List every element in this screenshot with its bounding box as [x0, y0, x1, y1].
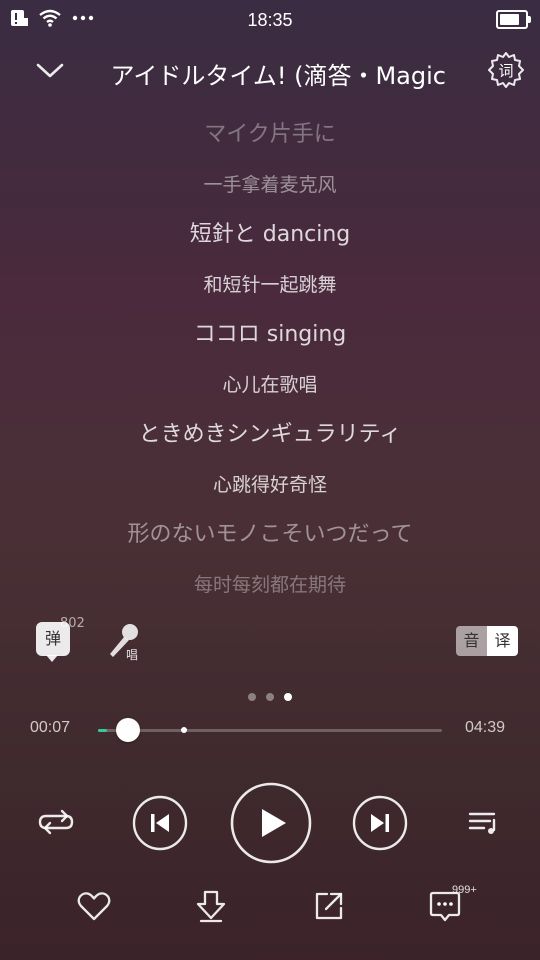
skip-previous-icon: [132, 795, 188, 851]
toggle-yin[interactable]: 音: [456, 626, 487, 656]
lyric-line-original[interactable]: ココロ singing: [0, 312, 540, 362]
playlist-icon: [468, 812, 496, 834]
lyric-line-translation[interactable]: 每时每刻都在期待: [0, 562, 540, 612]
next-button[interactable]: [352, 795, 408, 851]
danmu-count: 802: [60, 616, 85, 631]
repeat-icon: [38, 809, 74, 835]
collapse-button[interactable]: [30, 50, 70, 90]
lyric-line-translation[interactable]: 心跳得好奇怪: [0, 462, 540, 512]
sing-label: 唱: [126, 648, 139, 662]
clock: 18:35: [247, 10, 293, 30]
page-dot: [248, 693, 256, 701]
comment-count: 999+: [452, 884, 477, 896]
progress-played: [98, 729, 107, 732]
current-time: 00:07: [30, 719, 71, 736]
repeat-button[interactable]: [36, 806, 76, 838]
skip-next-icon: [352, 795, 408, 851]
chevron-down-icon: [36, 63, 64, 78]
lyric-line-original[interactable]: 形のないモノこそいつだって: [0, 512, 540, 562]
progress-bar[interactable]: [98, 718, 442, 742]
title-marquee: アイドルタイム! (滴答・Magic: [90, 50, 446, 90]
lyrics-mode-toggle[interactable]: 音 译: [456, 626, 518, 656]
previous-button[interactable]: [132, 795, 188, 851]
status-bar: 18:35: [0, 0, 540, 38]
progress-thumb[interactable]: [116, 718, 140, 742]
lyric-line-translation[interactable]: 一手拿着麦克风: [0, 162, 540, 212]
battery-level: [500, 14, 519, 25]
play-icon: [230, 782, 312, 864]
lyric-line-translation[interactable]: 和短针一起跳舞: [0, 262, 540, 312]
battery-icon: [496, 10, 531, 29]
like-button[interactable]: [76, 888, 112, 924]
svg-text:词: 词: [498, 62, 513, 80]
lyrics-settings-icon: 词: [488, 52, 524, 88]
play-button[interactable]: [229, 781, 313, 865]
page-dot: [266, 693, 274, 701]
download-icon: [196, 890, 226, 923]
download-button[interactable]: [193, 888, 229, 924]
share-icon: [315, 892, 343, 920]
heart-icon: [77, 892, 111, 921]
playlist-button[interactable]: [466, 806, 502, 838]
player-header: アイドルタイム! (滴答・Magic 词: [0, 44, 540, 96]
lyric-line-original[interactable]: 短針と dancing: [0, 212, 540, 262]
lyrics-panel[interactable]: マイク片手に 一手拿着麦克风 短針と dancing 和短针一起跳舞 ココロ s…: [0, 112, 540, 612]
toggle-yi[interactable]: 译: [487, 626, 518, 656]
total-time: 04:39: [465, 719, 506, 736]
page-dot-active: [284, 693, 292, 701]
lyrics-settings-button[interactable]: 词: [486, 50, 526, 90]
lyric-line-original[interactable]: マイク片手に: [0, 112, 540, 162]
lyric-line-original[interactable]: ときめきシンギュラリティ: [0, 412, 540, 462]
share-button[interactable]: [311, 888, 347, 924]
sing-button[interactable]: 唱: [104, 620, 144, 664]
buffer-marker: [181, 727, 187, 733]
lyric-line-translation[interactable]: 心儿在歌唱: [0, 362, 540, 412]
song-title: アイドルタイム! (滴答・Magic: [110, 62, 446, 90]
page-indicator: [0, 686, 540, 705]
danmu-label: 弹: [44, 629, 61, 648]
